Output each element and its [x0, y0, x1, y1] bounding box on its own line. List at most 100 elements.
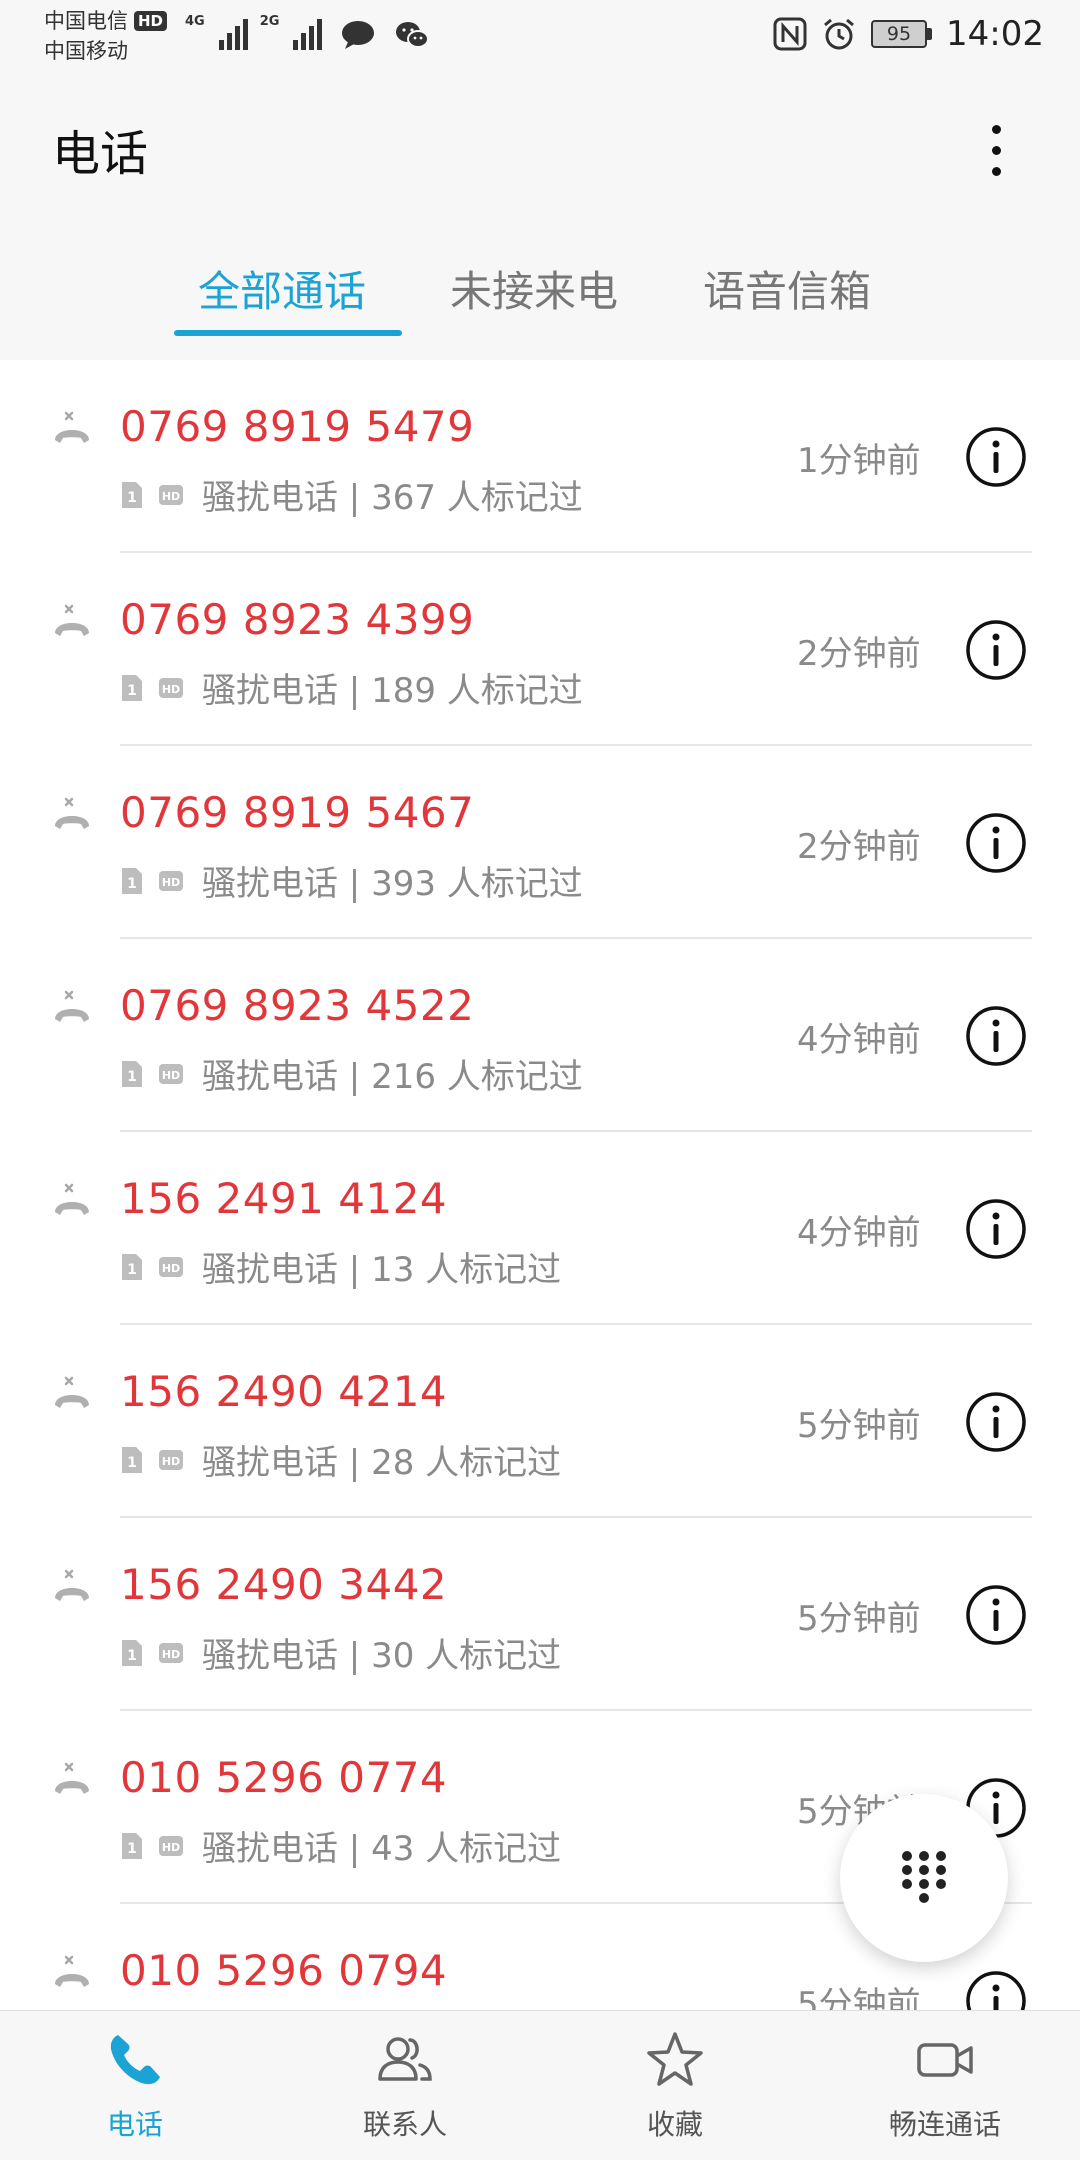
- more-dot-icon: [991, 145, 1001, 155]
- spam-label: 骚扰电话 | 393 人标记过: [202, 864, 583, 904]
- tab-missed-calls[interactable]: 未接来电: [450, 258, 618, 319]
- svg-text:1: 1: [127, 876, 137, 892]
- missed-call-icon: [55, 1569, 89, 1601]
- call-detail: 1 HD 骚扰电话 | 43 人标记过: [120, 1821, 561, 1870]
- nav-contacts[interactable]: 联系人: [300, 2029, 510, 2159]
- phone-number: 010 5296 0794: [120, 1946, 448, 1995]
- svg-text:1: 1: [127, 1455, 137, 1471]
- svg-text:HD: HD: [162, 1069, 180, 1082]
- call-detail: 1 HD 骚扰电话 | 216 人标记过: [120, 1049, 583, 1098]
- call-log-list[interactable]: 0769 8919 5479 1 HD 骚扰电话 | 367 人标记过 1分钟前…: [0, 360, 1080, 2010]
- call-time: 2分钟前: [797, 827, 921, 867]
- alarm-icon: [824, 18, 854, 50]
- dialpad-icon: [902, 1851, 946, 1903]
- svg-text:HD: HD: [162, 1262, 180, 1275]
- call-info-button[interactable]: [965, 1970, 1027, 2010]
- call-time: 5分钟前: [797, 1599, 921, 1639]
- hd-badge: HD: [134, 11, 168, 31]
- hd-call-icon: HD: [159, 484, 183, 505]
- phone-number: 156 2490 4214: [120, 1367, 448, 1416]
- svg-text:HD: HD: [162, 1455, 180, 1468]
- carrier-info: 中国电信 HD 中国移动: [44, 6, 168, 66]
- nav-label-phone: 电话: [106, 2108, 163, 2141]
- call-log-item[interactable]: 156 2491 4124 1 HD 骚扰电话 | 13 人标记过 4分钟前: [0, 1132, 1080, 1325]
- call-info-button[interactable]: [965, 1584, 1027, 1646]
- nav-label-favorites: 收藏: [646, 2108, 703, 2141]
- missed-call-icon: [55, 1955, 89, 1987]
- call-info-button[interactable]: [965, 812, 1027, 874]
- sim-card-icon: 1: [122, 1832, 142, 1859]
- clock: 14:02: [946, 14, 1044, 54]
- bottom-navigation: 电话 联系人 收藏 畅连通话: [0, 2010, 1080, 2160]
- call-log-item[interactable]: 0769 8919 5479 1 HD 骚扰电话 | 367 人标记过 1分钟前: [0, 360, 1080, 553]
- call-time: 5分钟前: [797, 1985, 921, 2010]
- spam-label: 骚扰电话 | 28 人标记过: [202, 1443, 562, 1483]
- page-title: 电话: [52, 126, 149, 182]
- phone-number: 0769 8923 4522: [120, 981, 475, 1030]
- call-log-item[interactable]: 156 2490 3442 1 HD 骚扰电话 | 30 人标记过 5分钟前: [0, 1518, 1080, 1711]
- battery-level: 95: [871, 20, 928, 48]
- svg-text:HD: HD: [162, 876, 180, 889]
- sim-card-icon: 1: [122, 481, 142, 508]
- nav-phone[interactable]: 电话: [30, 2029, 240, 2159]
- missed-call-icon: [55, 990, 89, 1022]
- phone-number: 010 5296 0774: [120, 1753, 448, 1802]
- call-detail: 1 HD 骚扰电话 | 393 人标记过: [120, 856, 583, 905]
- call-info-button[interactable]: [965, 1391, 1027, 1453]
- star-icon: [647, 2032, 703, 2086]
- call-detail: 1 HD 骚扰电话 | 30 人标记过: [120, 1628, 561, 1677]
- tab-all-calls[interactable]: 全部通话: [198, 258, 366, 319]
- signal-indicators: 4G 2G: [185, 14, 430, 50]
- dialpad-button[interactable]: [840, 1794, 1008, 1962]
- nav-video-call[interactable]: 畅连通话: [840, 2029, 1050, 2159]
- hd-call-icon: HD: [159, 1063, 183, 1084]
- spam-label: 骚扰电话 | 189 人标记过: [202, 671, 583, 711]
- status-bar: 中国电信 HD 中国移动 4G 2G 95 14:02: [0, 0, 1080, 78]
- status-right: 95 14:02: [773, 14, 1044, 54]
- hd-call-icon: HD: [159, 1835, 183, 1856]
- call-detail: 1 HD 骚扰电话 | 367 人标记过: [120, 470, 583, 519]
- signal-icon-2: [293, 14, 323, 50]
- phone-number: 0769 8919 5467: [120, 788, 475, 837]
- spam-label: 骚扰电话 | 367 人标记过: [202, 478, 583, 518]
- call-log-item[interactable]: 0769 8923 4399 1 HD 骚扰电话 | 189 人标记过 2分钟前: [0, 553, 1080, 746]
- nav-favorites[interactable]: 收藏: [570, 2029, 780, 2159]
- spam-label: 骚扰电话 | 30 人标记过: [202, 1636, 562, 1676]
- call-info-button[interactable]: [965, 619, 1027, 681]
- call-info-button[interactable]: [965, 1198, 1027, 1260]
- call-time: 4分钟前: [797, 1213, 921, 1253]
- sim-card-icon: 1: [122, 1446, 142, 1473]
- phone-number: 156 2490 3442: [120, 1560, 448, 1609]
- phone-icon: [110, 2035, 160, 2085]
- hd-call-icon: HD: [159, 677, 183, 698]
- hd-call-icon: HD: [159, 1449, 183, 1470]
- call-info-button[interactable]: [965, 426, 1027, 488]
- call-detail: 1 HD 骚扰电话 | 189 人标记过: [120, 663, 583, 712]
- carrier-2: 中国移动: [44, 39, 128, 63]
- svg-text:1: 1: [127, 683, 137, 699]
- phone-number: 156 2491 4124: [120, 1174, 448, 1223]
- phone-number: 0769 8923 4399: [120, 595, 475, 644]
- more-dot-icon: [991, 166, 1001, 176]
- call-log-item[interactable]: 0769 8919 5467 1 HD 骚扰电话 | 393 人标记过 2分钟前: [0, 746, 1080, 939]
- missed-call-icon: [55, 1376, 89, 1408]
- svg-text:1: 1: [127, 1841, 137, 1857]
- spam-label: 骚扰电话 | 216 人标记过: [202, 1057, 583, 1097]
- svg-text:HD: HD: [162, 490, 180, 503]
- active-tab-indicator: [174, 330, 402, 336]
- missed-call-icon: [55, 1183, 89, 1215]
- tab-bar: 全部通话 未接来电 语音信箱: [0, 208, 1080, 360]
- call-time: 4分钟前: [797, 1020, 921, 1060]
- more-dot-icon: [991, 124, 1001, 134]
- call-log-item[interactable]: 156 2490 4214 1 HD 骚扰电话 | 28 人标记过 5分钟前: [0, 1325, 1080, 1518]
- call-time: 1分钟前: [797, 441, 921, 481]
- hd-call-icon: HD: [159, 870, 183, 891]
- call-log-item[interactable]: 0769 8923 4522 1 HD 骚扰电话 | 216 人标记过 4分钟前: [0, 939, 1080, 1132]
- svg-text:1: 1: [127, 1262, 137, 1278]
- more-options-button[interactable]: [972, 110, 1020, 190]
- svg-text:1: 1: [127, 1648, 137, 1664]
- tab-voicemail[interactable]: 语音信箱: [703, 258, 871, 319]
- call-info-button[interactable]: [965, 1005, 1027, 1067]
- sim-card-icon: 1: [122, 867, 142, 894]
- battery-icon: 95: [871, 20, 933, 48]
